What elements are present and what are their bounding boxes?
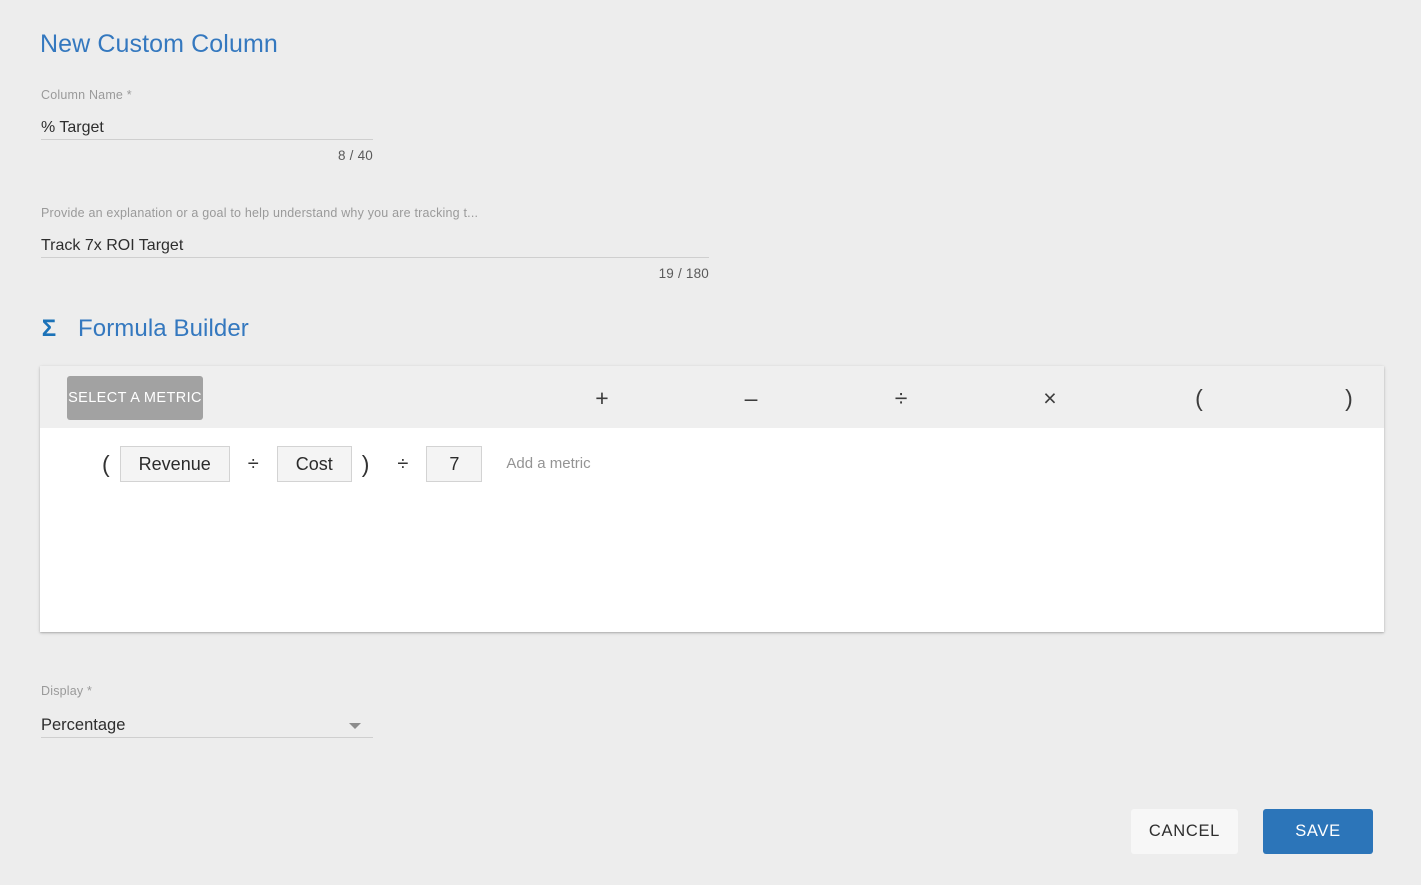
page-title: New Custom Column	[40, 30, 278, 58]
expression-operator-divide-1[interactable]: ÷	[230, 449, 277, 479]
description-underline: Track 7x ROI Target	[41, 227, 709, 258]
column-name-field: Column Name * % Target 8 / 40	[41, 88, 373, 163]
formula-canvas[interactable]: ( Revenue ÷ Cost ) ÷ 7 Add a metric	[40, 428, 1384, 632]
formula-builder-title: Formula Builder	[78, 315, 249, 342]
description-label: Provide an explanation or a goal to help…	[41, 206, 479, 220]
expression-open-paren[interactable]: (	[92, 449, 120, 479]
expression-number-input[interactable]: 7	[426, 446, 483, 482]
column-name-underline: % Target	[41, 109, 373, 140]
display-label: Display *	[41, 684, 93, 698]
operator-close-paren-button[interactable]: )	[1327, 376, 1371, 420]
save-button[interactable]: SAVE	[1263, 809, 1373, 854]
description-input[interactable]: Track 7x ROI Target	[41, 227, 709, 257]
column-name-counter: 8 / 40	[338, 148, 373, 163]
display-selected-value: Percentage	[41, 716, 126, 734]
formula-expression: ( Revenue ÷ Cost ) ÷ 7 Add a metric	[40, 446, 1384, 482]
expression-close-paren[interactable]: )	[352, 449, 380, 479]
formula-builder-heading: Σ Formula Builder	[38, 313, 249, 345]
sigma-icon: Σ	[41, 315, 57, 342]
select-a-metric-button[interactable]: SELECT A METRIC	[67, 376, 203, 420]
formula-toolbar: SELECT A METRIC + – ÷ × ( )	[40, 366, 1384, 428]
display-select[interactable]: Percentage	[41, 705, 373, 737]
expression-metric-cost[interactable]: Cost	[276, 446, 352, 482]
operator-divide-button[interactable]: ÷	[879, 376, 923, 420]
add-a-metric-placeholder[interactable]: Add a metric	[506, 452, 590, 476]
description-field: Provide an explanation or a goal to help…	[41, 206, 709, 281]
chevron-down-icon	[349, 723, 361, 729]
operator-multiply-button[interactable]: ×	[1028, 376, 1072, 420]
footer-actions: CANCEL SAVE	[1131, 809, 1373, 854]
display-underline: Percentage	[41, 705, 373, 738]
expression-operator-divide-2[interactable]: ÷	[379, 449, 426, 479]
expression-metric-revenue[interactable]: Revenue	[119, 446, 230, 482]
cancel-button[interactable]: CANCEL	[1131, 809, 1238, 854]
operator-open-paren-button[interactable]: (	[1177, 376, 1221, 420]
operator-minus-button[interactable]: –	[729, 376, 773, 420]
description-counter: 19 / 180	[658, 266, 709, 281]
formula-builder-panel: SELECT A METRIC + – ÷ × ( ) ( Revenue ÷ …	[40, 366, 1384, 632]
operator-plus-button[interactable]: +	[580, 376, 624, 420]
column-name-label: Column Name *	[41, 88, 132, 102]
display-field: Display * Percentage	[41, 684, 373, 738]
column-name-input[interactable]: % Target	[41, 109, 373, 139]
